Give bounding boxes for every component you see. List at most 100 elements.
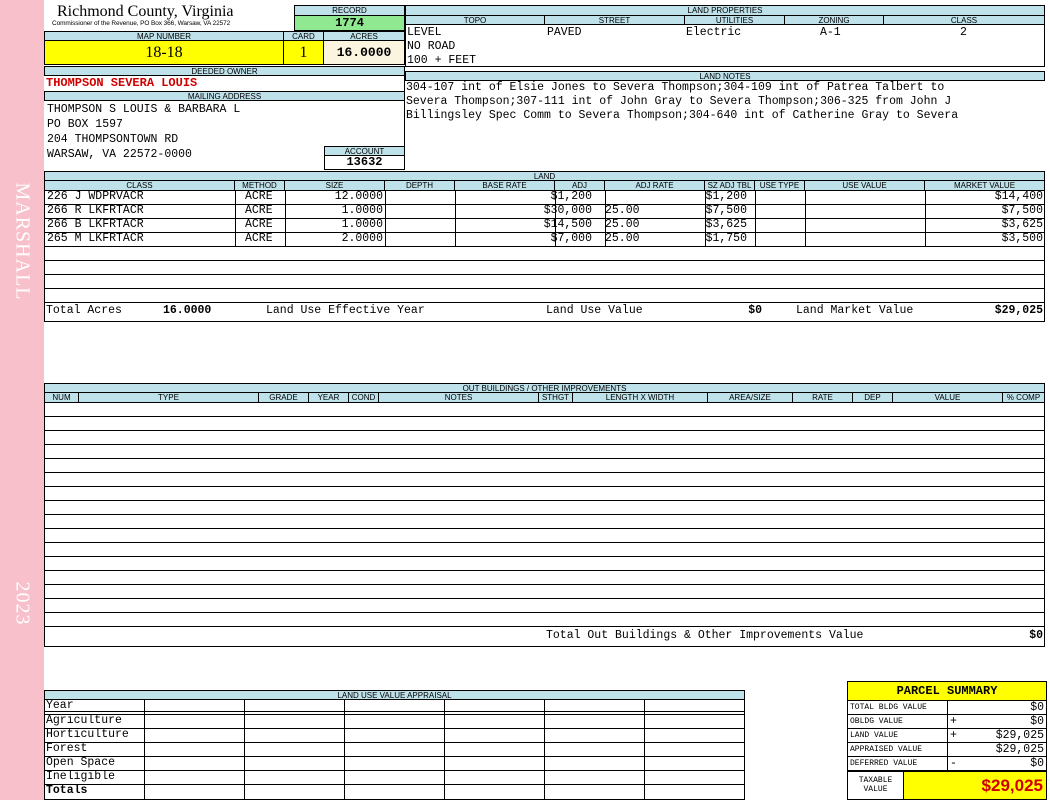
land-market-value: $29,025 (994, 304, 1043, 317)
land-use-year-label: Year (46, 699, 74, 712)
land-use-row-divider (44, 742, 745, 743)
summary-row-label: DEFERRED VALUE (847, 756, 948, 771)
land-use-row-label: Ineligible (46, 770, 116, 783)
county-subtitle: Commissioner of the Revenue, PO Box 366,… (52, 20, 231, 27)
outbuildings-row-divider (45, 472, 1044, 473)
land-row: 265 M LKFRTACR ACRE 2.0000 $7,000 25.00 $1,75… (45, 232, 1044, 246)
land-use-col-divider (744, 699, 745, 800)
land-cell-adj-rate: $7,500 (705, 204, 747, 217)
mailing-line: PO BOX 1597 (47, 118, 123, 131)
outbuildings-row-divider (45, 444, 1044, 445)
summary-row-value: $0 (947, 714, 1047, 729)
land-use-row-label: Horticulture (46, 728, 129, 741)
outbuildings-row-divider (45, 598, 1044, 599)
summary-row-value: $29,025 (947, 742, 1047, 757)
land-cell-market: $3,500 (1001, 232, 1043, 245)
total-acres-label: Total Acres (46, 304, 122, 317)
land-row-divider (45, 288, 1044, 289)
mailing-address-label: MAILING ADDRESS (44, 91, 405, 101)
summary-row-operator: + (950, 729, 957, 742)
land-use-col-divider (444, 699, 445, 800)
land-cell-adj-rate: $3,625 (705, 218, 747, 231)
zoning-value: A-1 (820, 26, 841, 39)
map-number: 18-18 (44, 40, 284, 65)
land-table-body: 226 J WDPRVACR ACRE 12.0000 $1,200 $1,200 $14… (44, 190, 1045, 322)
land-row: 266 B LKFRTACR ACRE 1.0000 $14,500 25.00 $3,6… (45, 218, 1044, 232)
outbuildings-row-divider (45, 570, 1044, 571)
land-use-value: $0 (748, 304, 762, 317)
outbuildings-row-divider (45, 626, 1044, 627)
topo-values: LEVEL NO ROAD 100 + FEET (407, 26, 476, 68)
outbuildings-row-divider (45, 556, 1044, 557)
land-cell-adj-rate: $1,750 (705, 232, 747, 245)
outbuildings-total-label: Total Out Buildings & Other Improvements… (546, 629, 864, 642)
total-acres: 16.0000 (163, 304, 212, 317)
land-cell-class: 226 J WDPRVACR (47, 190, 144, 203)
land-row-divider (45, 302, 1044, 303)
street-value: PAVED (547, 26, 582, 39)
land-cell-method: ACRE (245, 204, 273, 217)
land-cell-class: 266 R LKFRTACR (47, 204, 144, 217)
land-row: 266 R LKFRTACR ACRE 1.0000 $30,000 25.00 $7,5… (45, 204, 1044, 218)
summary-row-operator: + (950, 715, 957, 728)
outbuildings-row-divider (45, 542, 1044, 543)
land-row-divider (45, 260, 1044, 261)
parcel-summary-title: PARCEL SUMMARY (847, 681, 1047, 701)
land-cell-adj-rate: $1,200 (705, 190, 747, 203)
land-cell-market: $7,500 (1001, 204, 1043, 217)
land-note-line: 304-107 int of Elsie Jones to Severa Tho… (406, 81, 945, 94)
topo-value: 100 + FEET (407, 54, 477, 67)
land-cell-base-rate: $14,500 (543, 218, 592, 231)
outbuildings-row-divider (45, 416, 1044, 417)
land-market-value-label: Land Market Value (796, 304, 914, 317)
sidebar-name: MARSHALL (11, 182, 34, 301)
land-notes: 304-107 int of Elsie Jones to Severa Tho… (406, 81, 958, 123)
effective-year-label: Land Use Effective Year (266, 304, 425, 317)
taxable-value: $29,025 (903, 771, 1047, 800)
land-notes-label: LAND NOTES (405, 71, 1045, 81)
land-use-row-label: Forest (46, 742, 88, 755)
land-cell-method: ACRE (245, 218, 273, 231)
outbuildings-row-divider (45, 458, 1044, 459)
outbuildings-table-body (44, 402, 1045, 647)
summary-row: APPRAISED VALUE $29,025 (847, 742, 1047, 757)
class-value: 2 (960, 26, 967, 39)
land-use-row-divider (44, 756, 745, 757)
land-cell-adj: 25.00 (605, 232, 640, 245)
land-row-divider (45, 246, 1044, 247)
land-cell-class: 265 M LKFRTACR (47, 232, 144, 245)
land-cell-base-rate: $7,000 (550, 232, 592, 245)
county-title: Richmond County, Virginia (57, 3, 234, 20)
outbuildings-row-divider (45, 612, 1044, 613)
land-note-line: Severa Thompson;307-111 int of John Gray… (406, 95, 952, 108)
land-use-col-divider (244, 699, 245, 800)
land-row: 226 J WDPRVACR ACRE 12.0000 $1,200 $1,200 $14… (45, 190, 1044, 204)
card-number: 1 (283, 40, 324, 65)
deeded-owner-label: DEEDED OWNER (44, 66, 405, 76)
land-cell-size: 1.0000 (341, 218, 383, 231)
mailing-line: 204 THOMPSONTOWN RD (47, 133, 179, 146)
mailing-address: THOMPSON S LOUIS & BARBARA L PO BOX 1597… (47, 102, 240, 162)
land-use-row-label: Agriculture (46, 714, 122, 727)
land-cell-adj: 25.00 (605, 204, 640, 217)
summary-row: OBLDG VALUE $0 + (847, 714, 1047, 729)
land-cell-adj: 25.00 (605, 218, 640, 231)
sidebar: MARSHALL 2023 (0, 0, 44, 800)
outbuildings-row-divider (45, 514, 1044, 515)
land-cell-market: $3,625 (1001, 218, 1043, 231)
summary-row-value: $0 (947, 700, 1047, 715)
outbuildings-row-divider (45, 584, 1044, 585)
summary-row-operator: - (950, 757, 957, 770)
land-use-totals-label: Totals (46, 784, 88, 797)
land-use-row-divider (44, 714, 745, 715)
outbuildings-row-divider (45, 430, 1044, 431)
land-cell-size: 1.0000 (341, 204, 383, 217)
land-use-value-label: Land Use Value (546, 304, 643, 317)
account-number: 13632 (324, 155, 405, 170)
mailing-line: THOMPSON S LOUIS & BARBARA L (47, 103, 241, 116)
summary-row-label: APPRAISED VALUE (847, 742, 948, 757)
sidebar-year: 2023 (11, 581, 34, 626)
land-cell-method: ACRE (245, 232, 273, 245)
topo-value: LEVEL (407, 26, 442, 39)
outbuildings-row-divider (45, 528, 1044, 529)
